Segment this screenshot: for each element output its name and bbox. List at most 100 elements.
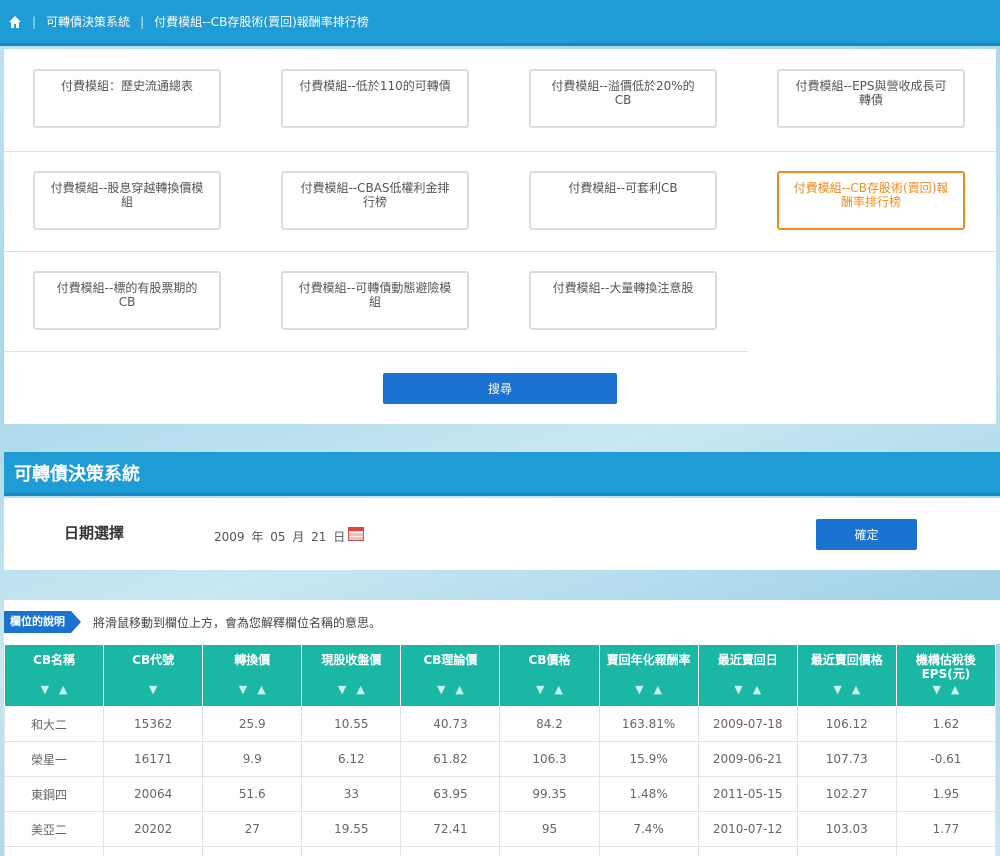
search-button[interactable]: 搜尋 [383,373,617,404]
sort-controls: ▼ ▲ [203,683,301,697]
column-header[interactable]: 現股收盤價 ▼ ▲ [301,644,402,707]
column-header[interactable]: 轉換價 ▼ ▲ [202,644,303,707]
table-header-row: CB名稱 ▼ ▲ CB代號 ▼ 轉換價 ▼ ▲ 現股收盤價 ▼ ▲ CB理論價 ▼ ▲ CB價格 ▼ ▲ 賣回年化… [3,644,997,707]
sort-descending-icon[interactable]: ▼ [833,683,841,696]
table-cell: 103.03 [796,811,897,847]
sort-ascending-icon[interactable]: ▲ [753,683,761,696]
module-panel: 付費模組：歷史流通總表 付費模組--低於110的可轉債 付費模組--溢價低於20… [4,49,996,424]
sort-ascending-icon[interactable]: ▲ [555,683,563,696]
table-cell: 33 [301,776,402,812]
table-cell: 16171 [103,741,204,777]
table-cell: 15362 [103,706,204,742]
column-header[interactable]: CB價格 ▼ ▲ [499,644,600,707]
column-header[interactable]: 機構估稅後EPS(元) ▼ ▲ [895,644,997,707]
table-cell: 2010-07-12 [697,811,798,847]
table-cell: 106.3 [499,741,600,777]
table-row[interactable]: 榮星一 16171 9.9 6.12 61.82 106.3 15.9% 2009-06-21… [3,741,997,777]
date-day: 21 [311,530,327,544]
table-cell: 40.73 [400,706,501,742]
table-row[interactable]: 美亞二 20202 27 19.55 72.41 95 7.4% 2010-07-12 103.… [3,811,997,847]
table-cell: 84.2 [499,706,600,742]
table-row[interactable]: 和大二 15362 25.9 10.55 40.73 84.2 163.81% 2009-07… [3,706,997,742]
sort-descending-icon[interactable]: ▼ [635,683,643,696]
sort-ascending-icon[interactable]: ▲ [455,683,463,696]
cb-name-cell: 榮星一 [3,741,105,777]
table-cell: 95 [499,811,600,847]
module-button[interactable]: 付費模組--溢價低於20%的CB [529,69,717,128]
sort-ascending-icon[interactable]: ▲ [951,683,959,696]
table-row[interactable]: 東鋼四 20064 51.6 33 63.95 99.35 1.48% 2011-05-15 1… [3,776,997,812]
sort-ascending-icon[interactable]: ▲ [59,683,67,696]
module-button[interactable]: 付費模組--股息穿越轉換價模組 [33,171,221,230]
sort-controls: ▼ ▲ [600,683,698,697]
calendar-icon[interactable] [348,527,364,541]
table-cell: 106.12 [796,706,897,742]
column-header-label: CB價格 [528,653,571,667]
table-row[interactable] [3,846,997,856]
column-header[interactable]: 賣回年化報酬率 ▼ ▲ [598,644,699,707]
table-cell: 19.55 [301,811,402,847]
module-button[interactable]: 付費模組--低於110的可轉債 [281,69,469,128]
module-button[interactable]: 付費模組--CBAS低權利金排行榜 [281,171,469,230]
sort-ascending-icon[interactable]: ▲ [852,683,860,696]
sort-controls: ▼ ▲ [5,683,103,697]
home-icon[interactable] [8,15,22,29]
date-value[interactable]: 2009 年 05 月 21 日 [214,528,348,545]
module-button[interactable]: 付費模組：歷史流通總表 [33,69,221,128]
sort-descending-icon[interactable]: ▼ [734,683,742,696]
date-year: 2009 [214,530,245,544]
table-cell: 9.9 [202,741,303,777]
column-header[interactable]: CB理論價 ▼ ▲ [400,644,501,707]
column-header-label: CB代號 [132,653,175,667]
module-button[interactable]: 付費模組--可轉債動態避險模組 [281,271,469,330]
table-cell: 63.95 [400,776,501,812]
module-button[interactable]: 付費模組--可套利CB [529,171,717,230]
table-cell [301,846,402,856]
breadcrumb-system[interactable]: 可轉債決策系統 [46,13,130,30]
module-button[interactable]: 付費模組--大量轉換注意股 [529,271,717,330]
sort-controls: ▼ ▲ [798,683,896,697]
table-cell: 72.41 [400,811,501,847]
sort-descending-icon[interactable]: ▼ [536,683,544,696]
table-cell: 10.55 [301,706,402,742]
sort-descending-icon[interactable]: ▼ [437,683,445,696]
table-cell [103,846,204,856]
column-header-label: 轉換價 [234,653,271,667]
table-cell: 1.48% [598,776,699,812]
table-cell [697,846,798,856]
table-cell: 1.95 [895,776,997,812]
table-cell: 27 [202,811,303,847]
column-header-label: 現股收盤價 [321,653,382,667]
ranking-table: CB名稱 ▼ ▲ CB代號 ▼ 轉換價 ▼ ▲ 現股收盤價 ▼ ▲ CB理論價 ▼ ▲ CB價格 ▼ ▲ 賣回年化… [3,644,997,856]
sort-descending-icon[interactable]: ▼ [149,683,157,696]
confirm-button[interactable]: 確定 [816,519,917,550]
table-cell: 20064 [103,776,204,812]
table-cell: 1.62 [895,706,997,742]
module-button[interactable]: 付費模組--標的有股票期的CB [33,271,221,330]
sort-controls: ▼ ▲ [401,683,499,697]
table-cell: 20202 [103,811,204,847]
column-header[interactable]: 最近賣回日 ▼ ▲ [697,644,798,707]
sort-ascending-icon[interactable]: ▲ [654,683,662,696]
breadcrumb-current: 付費模組--CB存股術(賣回)報酬率排行榜 [154,15,369,29]
sort-ascending-icon[interactable]: ▲ [257,683,265,696]
sort-descending-icon[interactable]: ▼ [932,683,940,696]
sort-ascending-icon[interactable]: ▲ [356,683,364,696]
top-navigation-bar: | 可轉債決策系統 | 付費模組--CB存股術(賣回)報酬率排行榜 [0,0,1000,46]
month-unit: 月 [292,530,305,544]
table-cell: 7.4% [598,811,699,847]
table-cell: 25.9 [202,706,303,742]
module-button-active[interactable]: 付費模組--CB存股術(賣回)報酬率排行榜 [777,171,965,230]
year-unit: 年 [251,530,264,544]
column-header[interactable]: CB代號 ▼ [103,644,204,707]
module-button[interactable]: 付費模組--EPS與營收成長可轉債 [777,69,965,128]
sort-descending-icon[interactable]: ▼ [239,683,247,696]
date-panel: 日期選擇 2009 年 05 月 21 日 確定 [4,498,1000,570]
column-header-label: 最近賣回日 [717,653,778,667]
sort-descending-icon[interactable]: ▼ [41,683,49,696]
table-cell: 2009-07-18 [697,706,798,742]
sort-descending-icon[interactable]: ▼ [338,683,346,696]
column-header[interactable]: CB名稱 ▼ ▲ [3,644,105,707]
column-header[interactable]: 最近賣回價格 ▼ ▲ [796,644,897,707]
column-header-label: 最近賣回價格 [810,653,883,667]
